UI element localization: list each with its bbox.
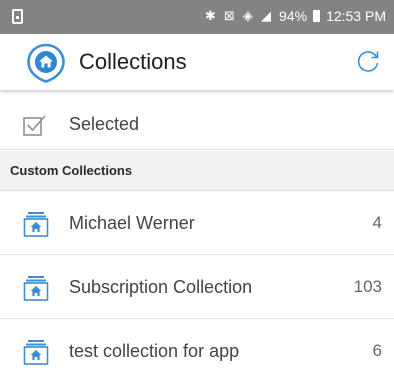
collection-name: test collection for app [69, 341, 240, 361]
collection-icon [23, 340, 49, 365]
notification-icon [12, 9, 23, 24]
status-indicators: ✱ ⊠ ◈ ◢ 94% 12:53 PM [205, 8, 386, 24]
collection-row[interactable]: test collection for app 6 [0, 320, 394, 379]
collection-row[interactable]: Subscription Collection 103 [0, 256, 394, 319]
collection-name: Michael Werner [69, 213, 195, 233]
selected-label: Selected [69, 114, 140, 134]
collection-count: 4 [372, 213, 382, 232]
collection-row[interactable]: Michael Werner 4 [0, 192, 394, 255]
app-toolbar: Collections [0, 34, 394, 90]
collection-count: 103 [353, 277, 382, 296]
refresh-icon[interactable] [354, 47, 382, 75]
checkbox-icon [23, 115, 46, 136]
collection-icon [23, 276, 49, 301]
home-pin-icon [27, 43, 65, 83]
collection-icon [23, 212, 49, 237]
section-title: Custom Collections [10, 163, 133, 178]
collection-name: Subscription Collection [69, 277, 253, 297]
selected-row[interactable]: Selected [0, 100, 394, 150]
page-title: Collections [79, 49, 187, 74]
clock: 12:53 PM [326, 8, 386, 24]
collection-count: 6 [372, 341, 382, 360]
battery-percent: 94% [279, 8, 308, 24]
section-header: Custom Collections [0, 151, 394, 191]
signal-icons: ✱ ⊠ ◈ ◢ [204, 8, 274, 24]
battery-icon [313, 10, 321, 22]
status-bar: ✱ ⊠ ◈ ◢ 94% 12:53 PM [0, 0, 394, 34]
